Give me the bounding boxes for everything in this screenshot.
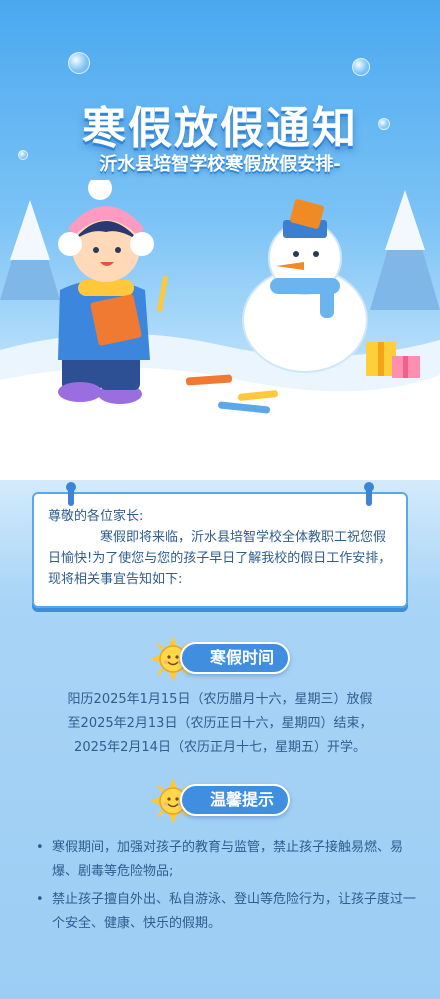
snowy-tree-icon — [370, 190, 440, 310]
snowman-illustration — [242, 199, 368, 373]
time-line: 阳历2025年1月15日（农历腊月十六，星期三）放假 — [67, 692, 373, 707]
winter-scene-illustration — [0, 180, 440, 480]
tips-list: 寒假期间，加强对孩子的教育与监管，禁止孩子接触易燃、易爆、剧毒等危险物品; 禁止… — [34, 836, 424, 940]
hero-banner: 寒假放假通知 沂水县培智学校寒假放假安排- — [0, 0, 440, 480]
section-title: 温馨提示 — [180, 784, 290, 816]
bubble-decoration — [68, 52, 90, 74]
greeting-text: 尊敬的各位家长: — [48, 509, 144, 524]
page-title: 寒假放假通知 — [82, 103, 358, 154]
snowy-tree-icon — [0, 200, 60, 300]
section-header-time: 寒假时间 — [150, 636, 290, 682]
time-line: 2025年2月14日（农历正月十七，星期五）开学。 — [74, 740, 366, 755]
section-header-tips: 温馨提示 — [150, 778, 290, 824]
section-title: 寒假时间 — [180, 642, 290, 674]
notice-card: 尊敬的各位家长: 寒假即将来临，沂水县培智学校全体教职工祝您假日愉快!为了使您与… — [32, 482, 408, 608]
notice-page: 寒假放假通知 沂水县培智学校寒假放假安排- 尊敬的各位家长: 寒假即将来临，沂水… — [0, 0, 440, 999]
pin-icon — [66, 482, 76, 506]
list-item: 寒假期间，加强对孩子的教育与监管，禁止孩子接触易燃、易爆、剧毒等危险物品; — [34, 836, 424, 884]
pin-icon — [364, 482, 374, 506]
list-item: 禁止孩子擅自外出、私自游泳、登山等危险行为，让孩子度过一个安全、健康、快乐的假期… — [34, 888, 424, 936]
time-line: 至2025年2月13日（农历正日十六，星期四）结束， — [67, 716, 373, 731]
intro-text: 寒假即将来临，沂水县培智学校全体教职工祝您假日愉快!为了使您与您的孩子早日了解我… — [48, 530, 392, 587]
holiday-time-text: 阳历2025年1月15日（农历腊月十六，星期三）放假 至2025年2月13日（农… — [20, 688, 420, 760]
bubble-decoration — [352, 58, 370, 76]
page-subtitle: 沂水县培智学校寒假放假安排- — [99, 154, 341, 175]
